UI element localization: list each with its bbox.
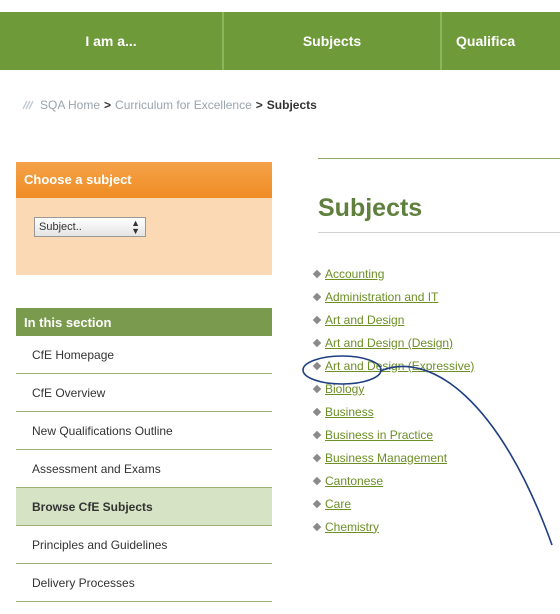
choose-subject-panel: Choose a subject Subject.. ▲ ▼: [16, 162, 272, 275]
breadcrumb-cfe-link[interactable]: Curriculum for Excellence: [115, 98, 252, 112]
subject-link-business-in-practice[interactable]: Business in Practice: [325, 428, 433, 442]
subject-link-biology[interactable]: Biology: [325, 382, 364, 396]
bullet-icon: [312, 361, 322, 370]
choose-subject-heading: Choose a subject: [16, 162, 272, 198]
nav-tab-subjects[interactable]: Subjects: [224, 12, 442, 70]
content-top-rule: [318, 158, 560, 159]
subject-link-cantonese[interactable]: Cantonese: [325, 474, 383, 488]
subject-item: Business in Practice: [312, 423, 474, 446]
section-nav: In this section CfE Homepage CfE Overvie…: [16, 308, 272, 602]
subject-select[interactable]: Subject.. ▲ ▼: [34, 217, 146, 237]
subject-item: Administration and IT: [312, 285, 474, 308]
bullet-icon: [312, 476, 322, 485]
subject-link-care[interactable]: Care: [325, 497, 351, 511]
section-item-browse-cfe-subjects[interactable]: Browse CfE Subjects: [16, 488, 272, 526]
section-item-cfe-overview[interactable]: CfE Overview: [16, 374, 272, 412]
nav-tab-i-am-a[interactable]: I am a...: [0, 12, 224, 70]
subject-link-business[interactable]: Business: [325, 405, 374, 419]
subject-list: Accounting Administration and IT Art and…: [312, 262, 474, 538]
top-navigation: I am a... Subjects Qualifica: [0, 12, 560, 70]
title-divider: [318, 232, 560, 233]
bullet-icon: [312, 453, 322, 462]
subject-link-business-management[interactable]: Business Management: [325, 451, 447, 465]
breadcrumb: SQA Home > Curriculum for Excellence > S…: [22, 98, 317, 112]
subject-item: Business: [312, 400, 474, 423]
bullet-icon: [312, 315, 322, 324]
subject-item: Chemistry: [312, 515, 474, 538]
breadcrumb-separator: >: [104, 98, 112, 112]
section-item-assessment-and-exams[interactable]: Assessment and Exams: [16, 450, 272, 488]
breadcrumb-current: Subjects: [266, 98, 317, 112]
subject-link-art-and-design-design[interactable]: Art and Design (Design): [325, 336, 453, 350]
breadcrumb-separator: >: [255, 98, 263, 112]
section-item-delivery-processes[interactable]: Delivery Processes: [16, 564, 272, 602]
bullet-icon: [312, 499, 322, 508]
subject-link-accounting[interactable]: Accounting: [325, 267, 384, 281]
section-item-cfe-homepage[interactable]: CfE Homepage: [16, 336, 272, 374]
subject-link-art-and-design[interactable]: Art and Design: [325, 313, 404, 327]
subject-link-administration-and-it[interactable]: Administration and IT: [325, 290, 438, 304]
subject-item: Cantonese: [312, 469, 474, 492]
subject-item: Accounting: [312, 262, 474, 285]
subject-item: Care: [312, 492, 474, 515]
sqa-logo-icon: [22, 100, 34, 110]
bullet-icon: [312, 430, 322, 439]
bullet-icon: [312, 338, 322, 347]
select-arrows-icon: ▲ ▼: [131, 218, 140, 236]
nav-tab-qualifications[interactable]: Qualifica: [442, 12, 560, 70]
subject-item: Art and Design (Design): [312, 331, 474, 354]
subject-select-value: Subject..: [39, 221, 82, 233]
bullet-icon: [312, 292, 322, 301]
subject-item: Art and Design (Expressive): [312, 354, 474, 377]
subject-link-art-and-design-expressive[interactable]: Art and Design (Expressive): [325, 359, 474, 373]
bullet-icon: [312, 384, 322, 393]
subject-item: Art and Design: [312, 308, 474, 331]
page-title: Subjects: [318, 194, 423, 222]
subject-item: Biology: [312, 377, 474, 400]
subject-link-chemistry[interactable]: Chemistry: [325, 520, 379, 534]
section-item-principles-and-guidelines[interactable]: Principles and Guidelines: [16, 526, 272, 564]
subject-item: Business Management: [312, 446, 474, 469]
bullet-icon: [312, 407, 322, 416]
bullet-icon: [312, 269, 322, 278]
section-item-new-qualifications-outline[interactable]: New Qualifications Outline: [16, 412, 272, 450]
section-nav-heading: In this section: [16, 308, 272, 336]
breadcrumb-home-link[interactable]: SQA Home: [40, 98, 100, 112]
bullet-icon: [312, 522, 322, 531]
